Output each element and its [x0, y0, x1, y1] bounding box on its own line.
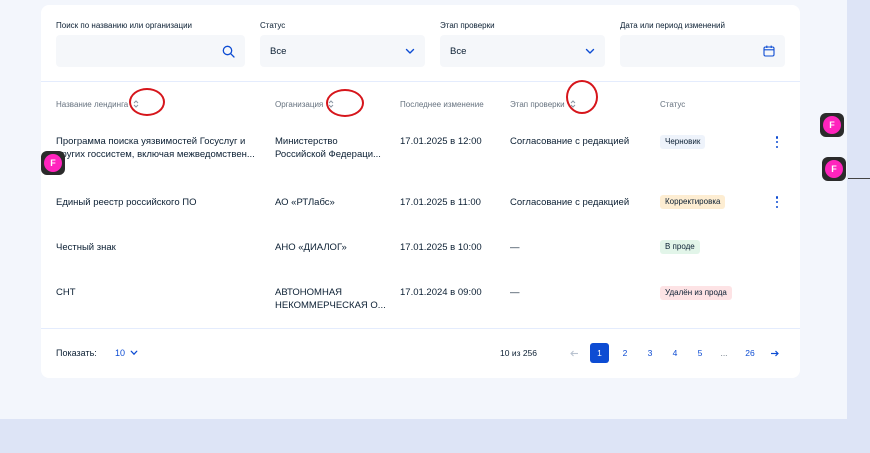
- table-row-stage: Согласование с редакцией: [510, 197, 630, 208]
- page-button-4[interactable]: 4: [669, 343, 681, 363]
- filters-bar: Поиск по названию или организации Статус…: [41, 5, 800, 81]
- chevron-down-icon: [585, 48, 595, 55]
- arrow-left-icon[interactable]: [568, 343, 580, 363]
- page-button-2[interactable]: 2: [619, 343, 631, 363]
- page-size-value: 10: [115, 348, 126, 358]
- column-header-name[interactable]: Название лендинга: [56, 98, 140, 110]
- status-badge: Черновик: [660, 135, 706, 149]
- table-row-stage: —: [510, 242, 520, 253]
- status-filter-label: Статус: [260, 21, 286, 30]
- footer-divider: [41, 328, 800, 329]
- search-icon[interactable]: [222, 45, 235, 58]
- calendar-icon[interactable]: [763, 45, 775, 57]
- table-row-name[interactable]: Единый реестр российского ПО: [56, 196, 196, 209]
- table-row-org: АО «РТЛабс»: [275, 197, 335, 208]
- table-row-changed: 17.01.2024 в 09:00: [400, 287, 482, 298]
- table-row-name[interactable]: СНТ: [56, 286, 76, 299]
- table-row-changed: 17.01.2025 в 10:00: [400, 242, 482, 253]
- connector-line: [848, 178, 870, 179]
- row-name-line: других госсистем, включая межведомствен.…: [56, 149, 255, 160]
- status-badge: В проде: [660, 240, 700, 254]
- column-header-stage[interactable]: Этап проверки: [510, 98, 577, 110]
- table-row-org: АНО «ДИАЛОГ»: [275, 242, 347, 253]
- row-org-line: Министерство: [275, 136, 338, 147]
- figma-marker-letter: F: [44, 154, 62, 172]
- column-header-changed-label: Последнее изменение: [400, 99, 484, 109]
- figma-comment-marker[interactable]: F: [41, 151, 65, 175]
- search-filter-label: Поиск по названию или организации: [56, 21, 192, 30]
- row-org-line: Российской Федераци...: [275, 149, 381, 160]
- table-row-org: АВТОНОМНАЯ НЕКОММЕРЧЕСКАЯ О...: [275, 286, 386, 312]
- page-button-26[interactable]: 26: [741, 343, 759, 363]
- sort-icon[interactable]: [327, 99, 335, 109]
- search-filter: Поиск по названию или организации: [56, 20, 192, 32]
- figma-marker-letter: F: [823, 116, 841, 134]
- table-row-stage: Согласование с редакцией: [510, 136, 630, 147]
- table-row-name[interactable]: Честный знак: [56, 241, 116, 254]
- date-filter: Дата или период изменений: [620, 20, 725, 32]
- filters-divider: [41, 81, 800, 82]
- column-header-name-label: Название лендинга: [56, 99, 129, 109]
- sort-icon[interactable]: [569, 99, 577, 109]
- column-header-changed[interactable]: Последнее изменение: [400, 98, 484, 110]
- status-filter: Статус: [260, 20, 285, 32]
- stage-select-value: Все: [450, 45, 467, 57]
- arrow-right-icon[interactable]: [768, 343, 780, 363]
- pagination-range: 10 из 256: [500, 348, 538, 358]
- table-row-name[interactable]: Программа поиска уязвимостей Госуслуг и …: [56, 135, 270, 161]
- row-org-line: НЕКОММЕРЧЕСКАЯ О...: [275, 300, 386, 311]
- status-badge: Корректировка: [660, 195, 726, 209]
- stage-filter: Этап проверки: [440, 20, 495, 32]
- more-menu-icon[interactable]: [774, 196, 780, 208]
- figma-comment-marker[interactable]: F: [822, 157, 846, 181]
- page-ellipsis: ...: [720, 348, 728, 358]
- stage-select[interactable]: Все: [440, 35, 605, 67]
- figma-marker-letter: F: [825, 160, 843, 178]
- status-select-value: Все: [270, 45, 287, 57]
- chevron-down-icon: [130, 350, 138, 356]
- date-input[interactable]: [620, 35, 785, 67]
- more-menu-icon[interactable]: [774, 136, 780, 148]
- page-button-3[interactable]: 3: [644, 343, 656, 363]
- table-row-org: Министерство Российской Федераци...: [275, 135, 381, 161]
- stage-filter-label: Этап проверки: [440, 21, 495, 30]
- landings-table-card: Поиск по названию или организации Статус…: [41, 5, 800, 378]
- row-name-line: Программа поиска уязвимостей Госуслуг и: [56, 136, 246, 147]
- figma-comment-marker[interactable]: F: [820, 113, 844, 137]
- status-badge: Удалён из прода: [660, 286, 732, 300]
- table-row-changed: 17.01.2025 в 12:00: [400, 136, 482, 147]
- page-button-1[interactable]: 1: [590, 343, 609, 363]
- page-size-select[interactable]: 10: [115, 348, 138, 358]
- chevron-down-icon: [405, 48, 415, 55]
- table-row-stage: —: [510, 287, 520, 298]
- page-size-label: Показать:: [56, 348, 97, 358]
- page-button-5[interactable]: 5: [694, 343, 706, 363]
- column-header-status[interactable]: Статус: [660, 98, 685, 110]
- canvas-right-strip: [847, 0, 870, 419]
- row-org-line: АВТОНОМНАЯ: [275, 287, 343, 298]
- table-row-changed: 17.01.2025 в 11:00: [400, 197, 481, 208]
- column-header-org-label: Организация: [275, 99, 324, 109]
- column-header-status-label: Статус: [660, 99, 686, 109]
- status-select[interactable]: Все: [260, 35, 425, 67]
- column-header-org[interactable]: Организация: [275, 98, 335, 110]
- date-filter-label: Дата или период изменений: [620, 21, 725, 30]
- column-header-stage-label: Этап проверки: [510, 99, 565, 109]
- sort-icon[interactable]: [132, 99, 140, 109]
- canvas-bottom-strip: [0, 419, 870, 453]
- search-input[interactable]: [56, 35, 245, 67]
